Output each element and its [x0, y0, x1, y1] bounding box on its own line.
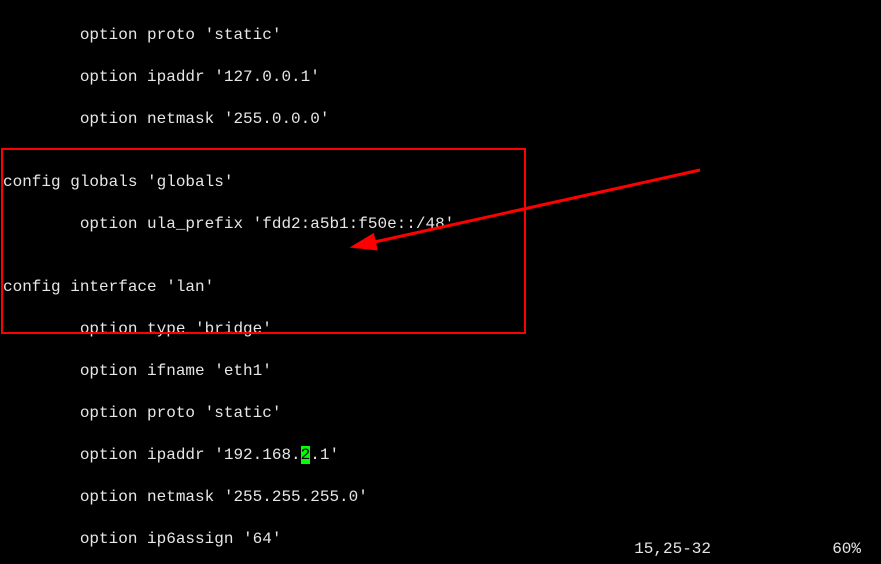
file-content: option proto 'static' option ipaddr '127…	[3, 4, 454, 564]
config-line: option netmask '255.255.255.0'	[3, 487, 454, 508]
config-line: option ifname 'eth1'	[3, 361, 454, 382]
config-line: option ip6assign '64'	[3, 529, 454, 550]
config-line: option proto 'static'	[3, 403, 454, 424]
status-scroll-percent: 60%	[832, 539, 861, 560]
text-after-cursor: .1'	[310, 446, 339, 464]
config-line: option type 'bridge'	[3, 319, 454, 340]
terminal-viewport[interactable]: option proto 'static' option ipaddr '127…	[0, 0, 881, 564]
text-before-cursor: option ipaddr '192.168.	[3, 446, 301, 464]
config-line-cursor: option ipaddr '192.168.2.1'	[3, 445, 454, 466]
config-line: option ipaddr '127.0.0.1'	[3, 67, 454, 88]
status-cursor-position: 15,25-32	[634, 539, 711, 560]
config-line: config globals 'globals'	[3, 172, 454, 193]
editor-cursor: 2	[301, 446, 311, 464]
config-line: option ula_prefix 'fdd2:a5b1:f50e::/48'	[3, 214, 454, 235]
config-line: option netmask '255.0.0.0'	[3, 109, 454, 130]
config-line: config interface 'lan'	[3, 277, 454, 298]
config-line: option proto 'static'	[3, 25, 454, 46]
